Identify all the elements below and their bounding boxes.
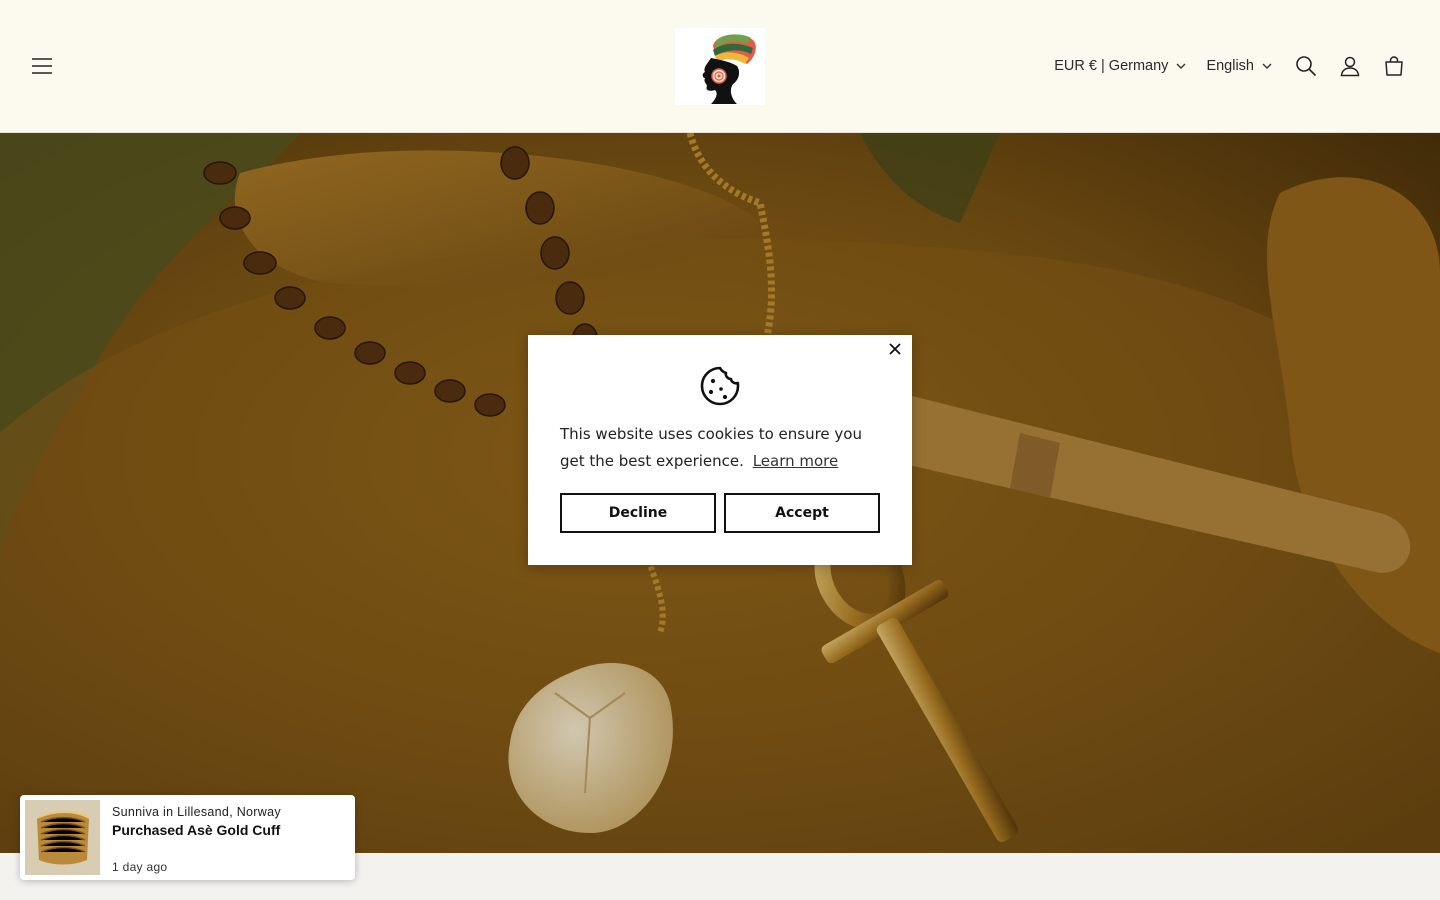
cookie-actions: Decline Accept (560, 493, 880, 533)
cart-icon[interactable] (1372, 44, 1416, 88)
learn-more-link[interactable]: Learn more (753, 452, 839, 470)
language-selector[interactable]: English (1206, 58, 1272, 74)
recent-purchase-popup[interactable]: Sunniva in Lillesand, Norway Purchased A… (20, 795, 355, 880)
close-icon[interactable] (884, 338, 906, 360)
purchase-title: Purchased Asè Gold Cuff (112, 822, 281, 838)
search-icon[interactable] (1284, 44, 1328, 88)
currency-selector[interactable]: EUR € | Germany (1054, 58, 1186, 74)
purchase-location: Sunniva in Lillesand, Norway (112, 805, 281, 819)
woman-headwrap-logo[interactable] (675, 28, 765, 105)
cookie-icon (699, 365, 741, 407)
account-icon[interactable] (1328, 44, 1372, 88)
language-label: English (1206, 58, 1254, 74)
chevron-down-icon (1262, 63, 1272, 69)
accept-button[interactable]: Accept (724, 493, 880, 533)
currency-label: EUR € | Germany (1054, 58, 1169, 74)
purchase-time: 1 day ago (112, 860, 168, 874)
decline-button[interactable]: Decline (560, 493, 716, 533)
hamburger-menu-icon[interactable] (30, 54, 54, 78)
cookie-banner: This website uses cookies to ensure you … (528, 335, 912, 565)
header-actions: EUR € | Germany English (1054, 44, 1416, 88)
site-header: EUR € | Germany English (0, 0, 1440, 133)
chevron-down-icon (1176, 63, 1186, 69)
product-thumbnail (25, 800, 100, 875)
cookie-message: This website uses cookies to ensure you … (560, 421, 890, 475)
